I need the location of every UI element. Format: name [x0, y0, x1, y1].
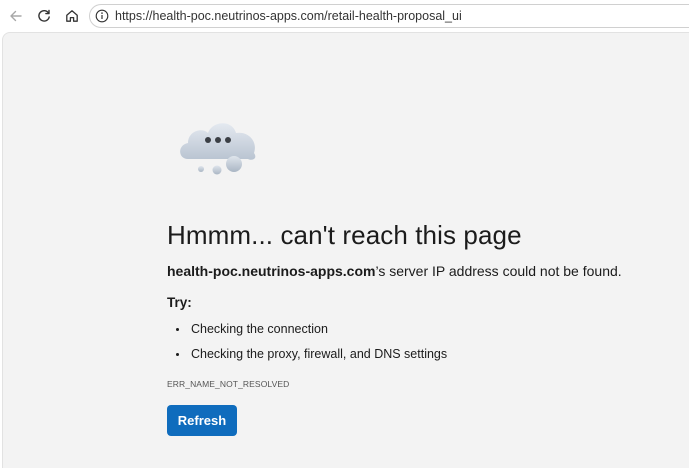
info-icon[interactable]: [95, 9, 109, 23]
error-code: ERR_NAME_NOT_RESOLVED: [167, 379, 290, 389]
url-text: https://health-poc.neutrinos-apps.com/re…: [115, 9, 462, 23]
home-icon: [66, 10, 78, 22]
error-message: health-poc.neutrinos-apps.com’s server I…: [167, 263, 622, 279]
try-label: Try:: [167, 295, 192, 310]
refresh-button[interactable]: Refresh: [167, 405, 237, 436]
address-bar[interactable]: https://health-poc.neutrinos-apps.com/re…: [89, 4, 689, 28]
reload-icon: [38, 9, 50, 22]
error-headline: Hmmm... can't reach this page: [167, 220, 522, 250]
error-host: health-poc.neutrinos-apps.com: [167, 263, 376, 279]
home-button[interactable]: [60, 4, 84, 28]
cloud-icon: [180, 123, 256, 175]
suggestion-item: Checking the proxy, firewall, and DNS se…: [167, 347, 447, 372]
reload-button[interactable]: [32, 4, 56, 28]
suggestion-item: Checking the connection: [167, 322, 447, 347]
browser-toolbar: https://health-poc.neutrinos-apps.com/re…: [0, 0, 689, 32]
suggestion-list: Checking the connection Checking the pro…: [167, 322, 447, 372]
error-message-text: ’s server IP address could not be found.: [375, 263, 622, 279]
back-button[interactable]: [4, 4, 28, 28]
back-arrow-icon: [10, 10, 22, 22]
